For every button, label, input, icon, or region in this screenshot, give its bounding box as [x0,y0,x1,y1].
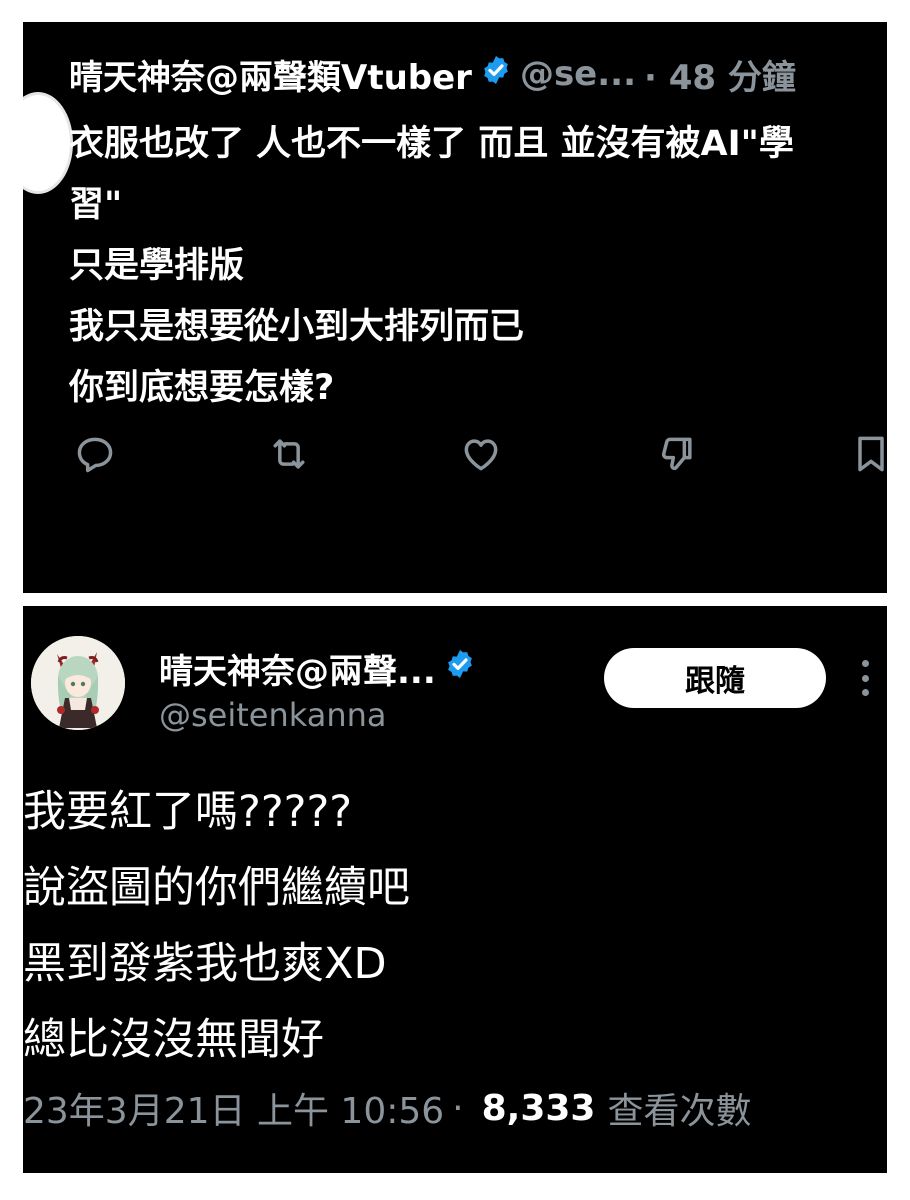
avatar[interactable] [23,92,73,194]
tweet-body: 衣服也改了 人也不一樣了 而且 並沒有被AI"學 習" 只是學排版 我只是想要從… [69,114,794,419]
display-name[interactable]: 晴天神奈@兩聲... [159,644,476,693]
tweet-header: 晴天神奈@兩聲類Vtuber @se... · 48 分鐘 [69,54,887,98]
bottom-tweet-panel: 晴天神奈@兩聲... @seitenkanna 跟隨 我要紅了嗎????? 說盜… [23,606,887,1173]
verified-badge-icon [480,54,512,95]
avatar[interactable] [31,636,125,730]
tweet-line: 衣服也改了 人也不一樣了 而且 並沒有被AI"學 [69,124,794,164]
dislike-icon[interactable] [655,432,699,476]
like-icon[interactable] [459,432,503,476]
tweet-line: 黑到發紫我也爽XD [23,939,387,989]
time-ago[interactable]: · 48 分鐘 [644,50,796,99]
tweet-line: 只是學排版 [69,246,245,286]
tweet-line: 說盜圖的你們繼續吧 [23,863,410,913]
tweet-line: 我要紅了嗎????? [23,787,353,837]
tweet-meta: 23年3月21日 上午 10:56 · 8,333 查看次數 [23,1082,752,1134]
action-bar [23,432,887,482]
separator: · [452,1087,464,1129]
tweet-line: 總比沒沒無聞好 [23,1015,324,1065]
handle[interactable]: @se... [520,54,636,94]
display-name-text: 晴天神奈@兩聲... [159,652,436,692]
tweet-line: 習" [69,185,123,225]
views-count[interactable]: 8,333 [482,1088,596,1129]
top-tweet-panel: 晴天神奈@兩聲類Vtuber @se... · 48 分鐘 衣服也改了 人也不一… [23,22,887,593]
timestamp[interactable]: 23年3月21日 上午 10:56 [23,1082,444,1134]
views-label: 查看次數 [607,1091,752,1132]
retweet-icon[interactable] [267,432,311,476]
reply-icon[interactable] [73,432,117,476]
more-options-icon[interactable] [853,654,877,702]
tweet-line: 你到底想要怎樣? [69,368,335,408]
follow-button[interactable]: 跟隨 [604,648,826,708]
verified-badge-icon [444,648,476,689]
bookmark-icon[interactable] [849,432,887,476]
tweet-body: 我要紅了嗎????? 說盜圖的你們繼續吧 黑到發紫我也爽XD 總比沒沒無聞好 [23,774,410,1078]
handle[interactable]: @seitenkanna [159,696,387,734]
tweet-line: 我只是想要從小到大排列而已 [69,307,525,347]
avatar-illustration-icon [31,636,125,730]
display-name[interactable]: 晴天神奈@兩聲類Vtuber [69,50,472,99]
